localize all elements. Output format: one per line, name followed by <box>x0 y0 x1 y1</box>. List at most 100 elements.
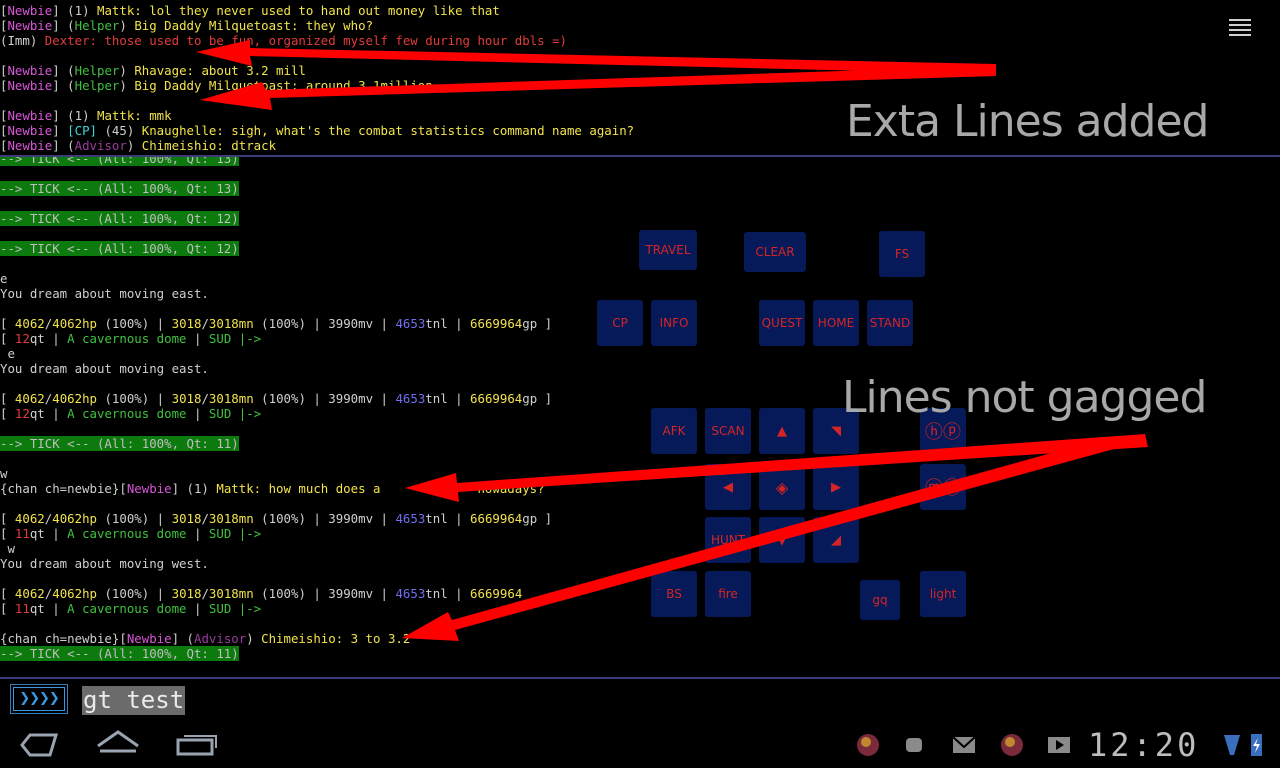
text-segment: qt | <box>29 406 68 421</box>
north-arrow-icon[interactable]: ▲ <box>759 408 805 454</box>
text-segment: 4062hp <box>52 511 97 526</box>
output-line: You dream about moving east. <box>0 286 209 301</box>
text-segment: ) <box>126 138 142 153</box>
text-segment: 4062hp <box>52 391 97 406</box>
text-segment: Newbie <box>7 123 53 138</box>
text-segment: You dream about moving east. <box>0 361 209 376</box>
mp-button[interactable]: ⓜⓟ <box>920 464 966 510</box>
text-segment: 12 <box>14 331 30 346</box>
annotation-extra-lines: Exta Lines added <box>846 96 1209 147</box>
gmail-icon[interactable] <box>952 736 976 753</box>
text-segment: ) <box>119 63 135 78</box>
info-button[interactable]: INFO <box>651 300 697 346</box>
text-segment: ] ( <box>52 138 75 153</box>
text-segment: Mattk: how much does a <box>216 481 388 496</box>
output-line: You dream about moving west. <box>0 556 209 571</box>
south-arrow-icon[interactable]: ▼ <box>759 517 805 563</box>
text-segment: ] (1) <box>171 481 217 496</box>
output-line: --> TICK <-- (All: 100%, Qt: 12) <box>0 241 239 256</box>
output-line: w <box>0 541 15 556</box>
send-chevrons-icon: ❯❯❯❯ <box>13 687 65 711</box>
quest-button[interactable]: QUEST <box>759 300 805 346</box>
text-segment: tnl | <box>425 391 471 406</box>
chat-line: [Newbie] (Advisor) Chimeishio: dtrack <box>0 138 276 153</box>
back-icon[interactable] <box>20 733 59 757</box>
text-segment: SUD <box>208 601 232 616</box>
text-segment: ) <box>119 18 135 33</box>
media-play-icon[interactable] <box>1048 737 1070 753</box>
output-line: e <box>0 271 7 286</box>
text-segment: Newbie <box>126 631 172 646</box>
text-segment: Newbie <box>7 138 53 153</box>
output-line: {chan ch=newbie}[Newbie] (Advisor) Chime… <box>0 631 410 646</box>
text-segment: 3018mn <box>208 511 254 526</box>
app-notification-icon-2[interactable] <box>1001 734 1023 756</box>
text-segment: Advisor <box>74 138 127 153</box>
text-segment: | <box>186 601 209 616</box>
output-line: --> TICK <-- (All: 100%, Qt: 11) <box>0 646 239 661</box>
output-line: --> TICK <-- (All: 100%, Qt: 13) <box>0 157 239 166</box>
chat-line: [Newbie] (Helper) Rhavage: about 3.2 mil… <box>0 63 306 78</box>
text-segment: (100%) | 3990mv | <box>253 586 396 601</box>
travel-button[interactable]: TRAVEL <box>639 230 697 270</box>
gq-button[interactable]: gq <box>860 580 900 620</box>
clear-button[interactable]: CLEAR <box>744 232 806 272</box>
text-segment: tnl | <box>425 316 471 331</box>
text-segment: Newbie <box>7 3 53 18</box>
afk-button[interactable]: AFK <box>651 408 697 454</box>
hunt-button[interactable]: HUNT <box>705 517 751 563</box>
text-segment: Knaughelle: sigh, what's the combat stat… <box>141 123 635 138</box>
text-segment: gp ] <box>522 316 553 331</box>
fs-button[interactable]: FS <box>879 231 925 277</box>
output-line: [ 12qt | A cavernous dome | SUD |-> <box>0 331 261 346</box>
text-segment: A cavernous dome <box>67 331 187 346</box>
text-segment: {chan ch=newbie}[ <box>0 631 127 646</box>
text-segment: 6669964 <box>470 511 523 526</box>
east-arrow-icon[interactable]: ▶ <box>813 464 859 510</box>
text-segment: 3018 <box>171 511 202 526</box>
cp-button[interactable]: CP <box>597 300 643 346</box>
text-segment: [ <box>0 586 15 601</box>
home-icon[interactable] <box>97 730 139 753</box>
bs-button[interactable]: BS <box>651 571 697 617</box>
text-segment: 6669964 <box>470 316 523 331</box>
send-button[interactable]: ❯❯❯❯ <box>10 684 68 714</box>
text-segment: |-> <box>231 331 262 346</box>
text-segment: 3018 <box>171 586 202 601</box>
home-button[interactable]: HOME <box>813 300 859 346</box>
text-segment: --> TICK <-- (All: 100%, Qt: 13) <box>0 181 239 196</box>
battery-charging-icon <box>1251 734 1262 756</box>
text-segment: ) <box>246 631 262 646</box>
light-button[interactable]: light <box>920 571 966 617</box>
text-segment: A cavernous dome <box>67 406 187 421</box>
output-line: You dream about moving east. <box>0 361 209 376</box>
command-input[interactable]: gt test <box>82 686 186 715</box>
android-debug-icon[interactable] <box>906 738 922 752</box>
text-segment: qt | <box>29 331 68 346</box>
scan-button[interactable]: SCAN <box>705 408 751 454</box>
west-arrow-icon[interactable]: ◀ <box>705 464 751 510</box>
chat-line: [Newbie] [CP] (45) Knaughelle: sigh, wha… <box>0 123 634 138</box>
text-segment: SUD <box>208 526 232 541</box>
text-segment: (100%) | <box>97 511 172 526</box>
stand-button[interactable]: STAND <box>867 300 913 346</box>
text-segment: (100%) | <box>97 316 172 331</box>
text-segment: qt | <box>29 601 68 616</box>
output-line: {chan ch=newbie}[Newbie] (1) Mattk: how … <box>0 481 545 496</box>
app-notification-icon[interactable] <box>857 734 879 756</box>
text-segment: | <box>186 406 209 421</box>
text-segment: Imm <box>7 33 30 48</box>
recent-apps-icon[interactable] <box>176 735 217 756</box>
text-segment: qt | <box>29 526 68 541</box>
southeast-arrow-icon[interactable]: ◢ <box>813 517 859 563</box>
text-segment: Newbie <box>7 78 53 93</box>
text-segment: w <box>0 541 15 556</box>
center-look-icon[interactable]: ◈ <box>759 464 805 510</box>
output-line: [ 12qt | A cavernous dome | SUD |-> <box>0 406 261 421</box>
text-segment: ) <box>119 78 135 93</box>
overflow-menu-icon[interactable] <box>1229 19 1251 37</box>
text-segment: [ <box>0 601 15 616</box>
text-segment: ] (1) <box>52 3 97 18</box>
fire-button[interactable]: fire <box>705 571 751 617</box>
status-clock: 12:20 <box>1088 726 1200 764</box>
